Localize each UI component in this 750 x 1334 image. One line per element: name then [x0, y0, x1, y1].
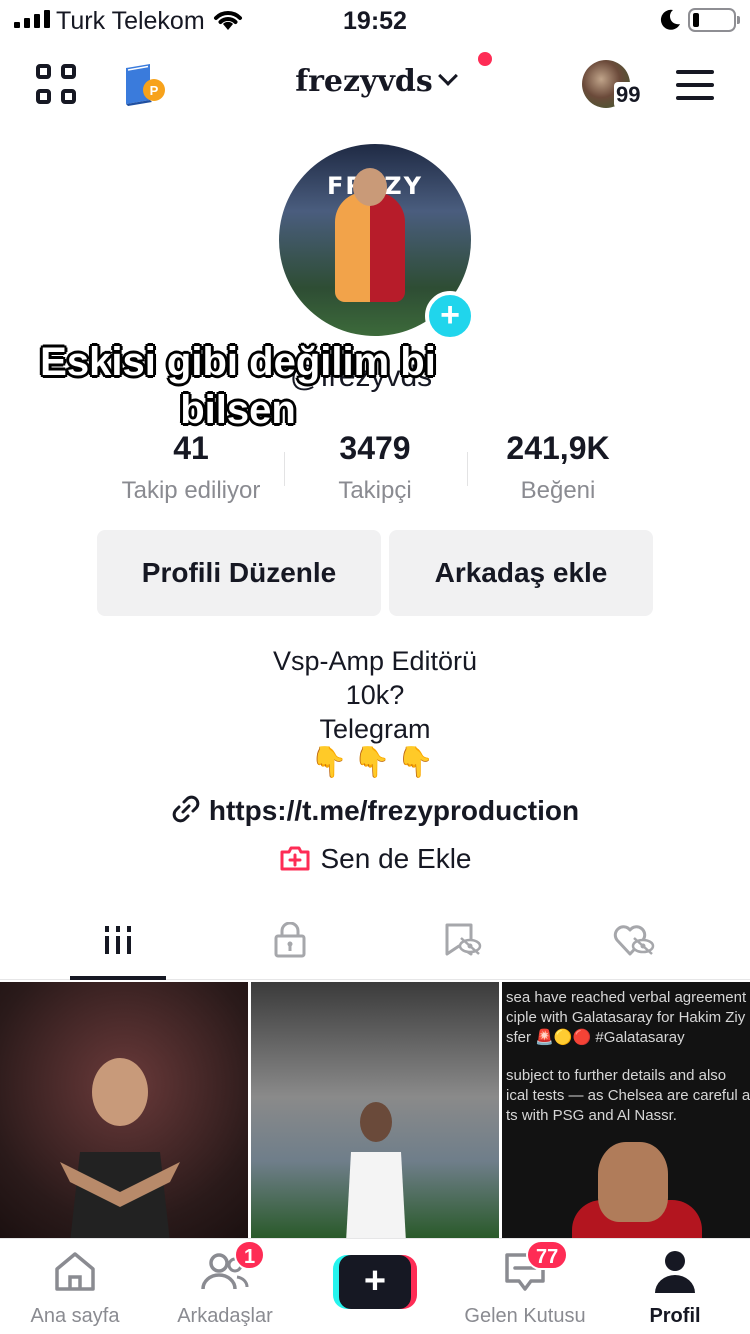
video-thumbnail[interactable] [0, 982, 248, 1238]
home-icon [55, 1252, 95, 1291]
tweet-line [506, 1048, 750, 1066]
avatar-player [335, 192, 405, 302]
nav-label: Profil [649, 1305, 701, 1327]
stat-value: 41 [173, 430, 209, 466]
grid-icon [104, 926, 131, 954]
username-switcher[interactable]: frezyvds [295, 64, 433, 99]
add-prompt[interactable]: Sen de Ekle [0, 843, 750, 875]
stat-value: 241,9K [506, 430, 610, 466]
bookmark-hidden-icon [445, 923, 481, 956]
bottom-navigation: Ana sayfa Arkadaşlar 1 + Gelen Kutusu 77… [0, 1238, 750, 1334]
tweet-line: ical tests — as Chelsea are careful a [506, 1087, 750, 1104]
menu-icon[interactable] [676, 70, 714, 109]
nav-label: Arkadaşlar [177, 1305, 273, 1327]
clock: 19:52 [343, 7, 407, 35]
nav-friends[interactable]: Arkadaşlar [150, 1249, 300, 1328]
chevron-down-icon[interactable] [437, 66, 458, 86]
nav-profile[interactable]: Profil [600, 1249, 750, 1328]
profile-link-text[interactable]: https://t.me/frezyproduction [209, 795, 579, 826]
create-plus-icon: + [339, 1255, 411, 1309]
profile-icon [655, 1251, 695, 1293]
add-prompt-text[interactable]: Sen de Ekle [321, 843, 472, 874]
add-friend-button[interactable]: Arkadaş ekle [389, 530, 653, 616]
thumbnail-tweet-text: sea have reached verbal agreement ciple … [506, 988, 750, 1126]
bio-line: 10k? [345, 680, 405, 710]
stat-label: Takipçi [338, 477, 412, 504]
tweet-line: sea have reached verbal agreement [506, 989, 747, 1006]
stat-label: Beğeni [520, 477, 596, 504]
nav-inbox[interactable]: Gelen Kutusu [450, 1249, 600, 1328]
video-grid: sea have reached verbal agreement ciple … [0, 982, 750, 1238]
friends-badge: 1 [234, 1240, 266, 1270]
tab-videos[interactable] [24, 900, 211, 980]
thumbnail-face [598, 1142, 668, 1222]
tweet-line: sfer 🚨🟡🔴 #Galatasaray [506, 1029, 685, 1046]
battery-icon [688, 8, 740, 32]
avatar-player-head [353, 168, 387, 206]
add-camera-icon [280, 846, 309, 871]
stat-likes[interactable]: 241,9K Beğeni [463, 430, 653, 505]
link-icon [172, 795, 200, 823]
thumbnail-person [60, 1058, 180, 1238]
nav-home[interactable]: Ana sayfa [0, 1249, 150, 1328]
tab-liked[interactable] [540, 900, 727, 980]
overlay-caption: Eskisi gibi değilim bi bilsen [40, 340, 436, 432]
profile-stats: 41 Takip ediliyor 3479 Takipçi 241,9K Be… [0, 430, 750, 510]
status-bar: Turk Telekom 19:52 [0, 0, 750, 44]
stat-following[interactable]: 41 Takip ediliyor [96, 430, 286, 505]
video-thumbnail[interactable]: sea have reached verbal agreement ciple … [502, 982, 750, 1238]
stat-followers[interactable]: 3479 Takipçi [280, 430, 470, 505]
stat-label: Takip ediliyor [121, 477, 261, 504]
edit-profile-button[interactable]: Profili Düzenle [97, 530, 381, 616]
do-not-disturb-moon-icon [660, 9, 680, 30]
tweet-line: ts with PSG and Al Nassr. [506, 1107, 677, 1124]
stat-value: 3479 [339, 430, 411, 466]
content-tabs [0, 900, 750, 980]
tweet-line: subject to further details and also [506, 1067, 727, 1084]
profile-bio: Vsp-Amp Editörü 10k? Telegram 👇👇👇 [0, 644, 750, 780]
create-button[interactable]: + [333, 1255, 417, 1309]
lock-icon [274, 922, 305, 958]
active-tab-indicator [70, 976, 166, 980]
bio-line-emojis: 👇👇👇 [309, 746, 441, 779]
video-thumbnail[interactable] [251, 982, 499, 1238]
heart-hidden-icon [613, 925, 654, 956]
bio-line: Vsp-Amp Editörü [272, 646, 478, 676]
tab-saved[interactable] [368, 900, 555, 980]
story-count: 99 [614, 82, 643, 108]
profile-header: P frezyvds 99 [0, 50, 750, 120]
notification-dot [478, 52, 492, 66]
tweet-line: ciple with Galatasaray for Hakim Ziy [506, 1009, 746, 1026]
nav-label: Ana sayfa [30, 1305, 120, 1327]
profile-link[interactable]: https://t.me/frezyproduction [0, 794, 750, 827]
thumbnail-person [346, 1102, 406, 1238]
inbox-badge: 77 [526, 1240, 569, 1270]
nav-label: Gelen Kutusu [464, 1305, 586, 1327]
tab-private[interactable] [196, 900, 383, 980]
bio-line: Telegram [319, 714, 431, 744]
add-story-plus-icon[interactable]: + [425, 291, 475, 341]
